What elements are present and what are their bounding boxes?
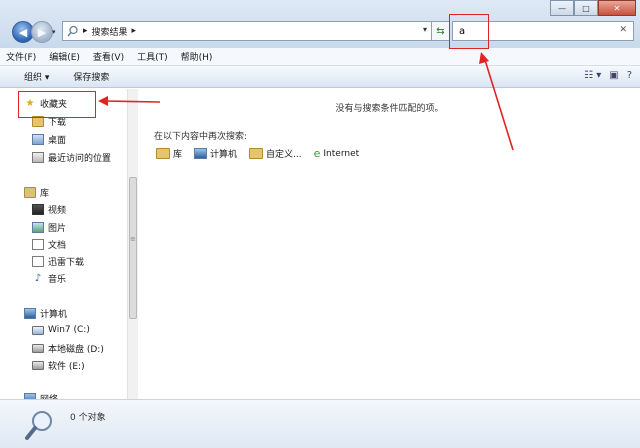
minimize-button[interactable]: — (550, 0, 574, 16)
drive-icon (32, 343, 44, 354)
menu-view[interactable]: 查看(V) (93, 50, 124, 63)
help-button[interactable]: ? (627, 70, 632, 81)
option-label: 自定义... (266, 150, 302, 160)
magnifier-icon (25, 411, 52, 440)
command-bar: 组织 ▾ 保存搜索 ☷ ▾ ▣ ? (0, 66, 640, 88)
drive-icon (32, 360, 44, 371)
custom-folder-icon (249, 148, 264, 159)
nav-label: 计算机 (40, 309, 68, 320)
option-label: 计算机 (210, 150, 238, 160)
item-count: 0 个对象 (70, 413, 106, 423)
search-again-custom[interactable]: 自定义... (249, 147, 302, 160)
nav-label: Win7 (C:) (48, 325, 90, 335)
view-tools: ☷ ▾ ▣ ? (584, 70, 632, 81)
search-again-library[interactable]: 库 (156, 147, 182, 160)
computer-icon (24, 307, 36, 319)
nav-label: 最近访问的位置 (48, 153, 112, 164)
breadcrumb-separator: ▸ (83, 26, 88, 36)
address-bar[interactable]: ▸ 搜索结果 ▸ ▾ (62, 21, 432, 41)
computer-icon (194, 148, 208, 159)
search-again-computer[interactable]: 计算机 (194, 147, 237, 160)
library-icon (156, 148, 170, 159)
nav-label: 视频 (48, 205, 67, 216)
search-folder-icon (67, 25, 78, 37)
details-pane: 0 个对象 (0, 399, 640, 448)
search-again-options: 库 计算机 自定义... e Internet (156, 147, 359, 160)
nav-scrollbar[interactable]: ≡ (127, 89, 138, 399)
nav-label: 文档 (48, 240, 67, 251)
system-drive-icon (32, 325, 44, 336)
option-label: 库 (173, 150, 183, 160)
breadcrumb-separator: ▸ (131, 26, 137, 36)
pictures-icon (32, 221, 44, 233)
videos-icon (32, 203, 44, 215)
menu-edit[interactable]: 编辑(E) (49, 50, 80, 63)
nav-label: 音乐 (48, 274, 67, 285)
clear-search-icon[interactable]: ✕ (619, 25, 627, 35)
nav-label: 迅雷下载 (48, 257, 85, 268)
forward-button[interactable]: ▶ (31, 21, 53, 43)
window-controls: — □ ✕ (550, 0, 636, 16)
nav-label: 桌面 (48, 135, 67, 146)
nav-label: 本地磁盘 (D:) (48, 344, 104, 355)
search-again-internet[interactable]: e Internet (314, 147, 360, 160)
maximize-button[interactable]: □ (574, 0, 598, 16)
menu-tools[interactable]: 工具(T) (137, 50, 168, 63)
save-search-button[interactable]: 保存搜索 (73, 70, 109, 83)
preview-pane-button[interactable]: ▣ (609, 70, 618, 81)
nav-label: 图片 (48, 223, 67, 234)
close-button[interactable]: ✕ (598, 0, 636, 16)
thunder-folder-icon (32, 255, 44, 267)
scroll-grip-icon: ≡ (130, 235, 136, 243)
address-dropdown-icon[interactable]: ▾ (423, 25, 427, 34)
music-icon: ♪ (34, 272, 42, 284)
nav-scroll-thumb[interactable] (129, 177, 137, 319)
documents-icon (32, 238, 44, 250)
favorites-highlight (18, 91, 96, 118)
option-label: Internet (323, 148, 360, 159)
search-box-highlight (449, 14, 489, 49)
history-dropdown-icon[interactable]: ▾ (52, 28, 56, 36)
library-icon (24, 186, 36, 198)
nav-label: 软件 (E:) (48, 361, 85, 372)
menu-help[interactable]: 帮助(H) (181, 50, 213, 63)
menu-file[interactable]: 文件(F) (6, 50, 36, 63)
breadcrumb-search-results[interactable]: 搜索结果 (92, 25, 128, 38)
nav-label: 库 (40, 188, 50, 199)
desktop-icon (32, 133, 44, 145)
change-view-button[interactable]: ☷ ▾ (584, 70, 601, 81)
organize-button[interactable]: 组织 ▾ (24, 70, 49, 83)
results-pane: 没有与搜索条件匹配的项。 在以下内容中再次搜索: 库 计算机 自定义... e … (139, 89, 640, 399)
refresh-button[interactable]: ⇆ (432, 21, 450, 41)
recent-places-icon (32, 151, 44, 163)
menu-bar: 文件(F) 编辑(E) 查看(V) 工具(T) 帮助(H) (0, 48, 640, 66)
no-results-message: 没有与搜索条件匹配的项。 (335, 104, 444, 114)
search-again-label: 在以下内容中再次搜索: (154, 132, 248, 142)
internet-icon: e (313, 147, 321, 160)
navigation-pane: ★ 收藏夹 下载 桌面 最近访问的位置 库 视频 图片 文档 迅雷下载 ♪ 音乐… (0, 89, 138, 405)
